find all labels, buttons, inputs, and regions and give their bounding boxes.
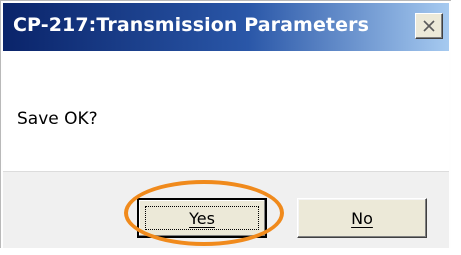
close-icon <box>423 20 435 32</box>
no-button-label: No <box>351 208 373 228</box>
close-button[interactable] <box>415 13 443 39</box>
yes-button[interactable]: Yes <box>137 198 267 238</box>
button-bar: Yes No <box>3 171 449 248</box>
no-button[interactable]: No <box>297 198 427 238</box>
yes-button-label: Yes <box>189 208 215 228</box>
dialog-window: CP-217:Transmission Parameters Save OK? … <box>0 0 451 248</box>
message-area: Save OK? <box>3 51 449 171</box>
dialog-title: CP-217:Transmission Parameters <box>13 14 369 36</box>
title-bar[interactable]: CP-217:Transmission Parameters <box>3 3 449 51</box>
dialog-message: Save OK? <box>17 109 98 129</box>
